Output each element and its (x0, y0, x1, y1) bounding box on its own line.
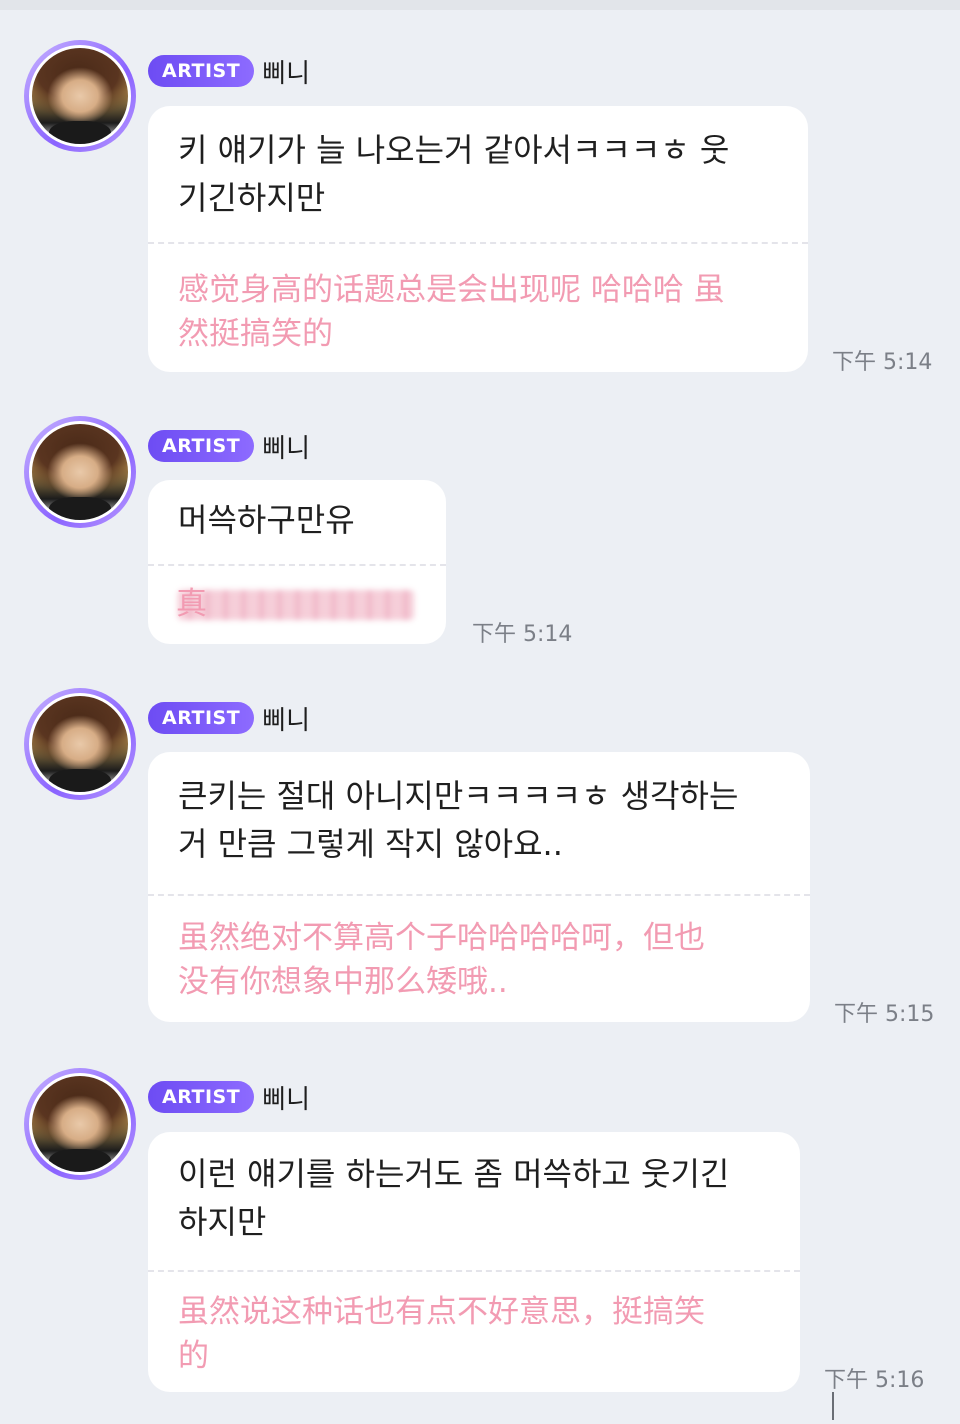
bubble-divider (148, 242, 808, 244)
translation-text: 虽然说这种话也有点不好意思，挺搞笑 的 (178, 1294, 705, 1374)
avatar[interactable] (24, 1068, 136, 1180)
sender-name[interactable]: 삐니 (262, 700, 310, 737)
message-time: 下午 5:14 (832, 350, 933, 375)
sender-name[interactable]: 삐니 (262, 428, 310, 465)
artist-badge: ARTIST (148, 1081, 255, 1113)
message-header: ARTIST 삐니 (148, 700, 310, 737)
message-time: 下午 5:15 (834, 1002, 935, 1027)
avatar-photo (29, 693, 131, 795)
bubble-divider (148, 894, 810, 896)
message-time: 下午 5:16 (824, 1368, 925, 1393)
avatar-photo (29, 1073, 131, 1175)
korean-text: 키 얘기가 늘 나오는거 같아서ㅋㅋㅋㅎ 웃 기긴하지만 (178, 131, 730, 217)
top-strip (0, 0, 960, 10)
translation-text: 真 (176, 586, 207, 622)
message-bubble[interactable]: 이런 얘기를 하는거도 좀 머쓱하고 웃기긴 하지만 虽然说这种话也有点不好意思… (148, 1132, 800, 1392)
text-cursor (832, 1392, 834, 1420)
avatar[interactable] (24, 416, 136, 528)
message-header: ARTIST 삐니 (148, 1079, 310, 1116)
avatar-photo (29, 45, 131, 147)
translation-text: 感觉身高的话题总是会出现呢 哈哈哈 虽 然挺搞笑的 (178, 272, 725, 352)
blur-overlay (178, 590, 414, 620)
blurred-translation: 真 (148, 564, 446, 644)
sender-name[interactable]: 삐니 (262, 1079, 310, 1116)
avatar[interactable] (24, 688, 136, 800)
artist-badge: ARTIST (148, 55, 255, 87)
korean-text: 큰키는 절대 아니지만ㅋㅋㅋㅋㅎ 생각하는 거 만큼 그렇게 작지 않아요.. (178, 777, 739, 863)
message-header: ARTIST 삐니 (148, 53, 310, 90)
artist-badge: ARTIST (148, 430, 255, 462)
message-bubble[interactable]: 큰키는 절대 아니지만ㅋㅋㅋㅋㅎ 생각하는 거 만큼 그렇게 작지 않아요.. … (148, 752, 810, 1022)
avatar[interactable] (24, 40, 136, 152)
message-header: ARTIST 삐니 (148, 428, 310, 465)
translation-text: 虽然绝对不算高个子哈哈哈哈呵，但也 没有你想象中那么矮哦.. (178, 920, 705, 1000)
message-bubble[interactable]: 머쓱하구만유 真 (148, 480, 446, 644)
message-time: 下午 5:14 (472, 622, 573, 647)
korean-text: 머쓱하구만유 (178, 501, 355, 539)
message-bubble[interactable]: 키 얘기가 늘 나오는거 같아서ㅋㅋㅋㅎ 웃 기긴하지만 感觉身高的话题总是会出… (148, 106, 808, 372)
bubble-divider (148, 1270, 800, 1272)
artist-badge: ARTIST (148, 702, 255, 734)
avatar-photo (29, 421, 131, 523)
korean-text: 이런 얘기를 하는거도 좀 머쓱하고 웃기긴 하지만 (178, 1155, 730, 1241)
sender-name[interactable]: 삐니 (262, 53, 310, 90)
